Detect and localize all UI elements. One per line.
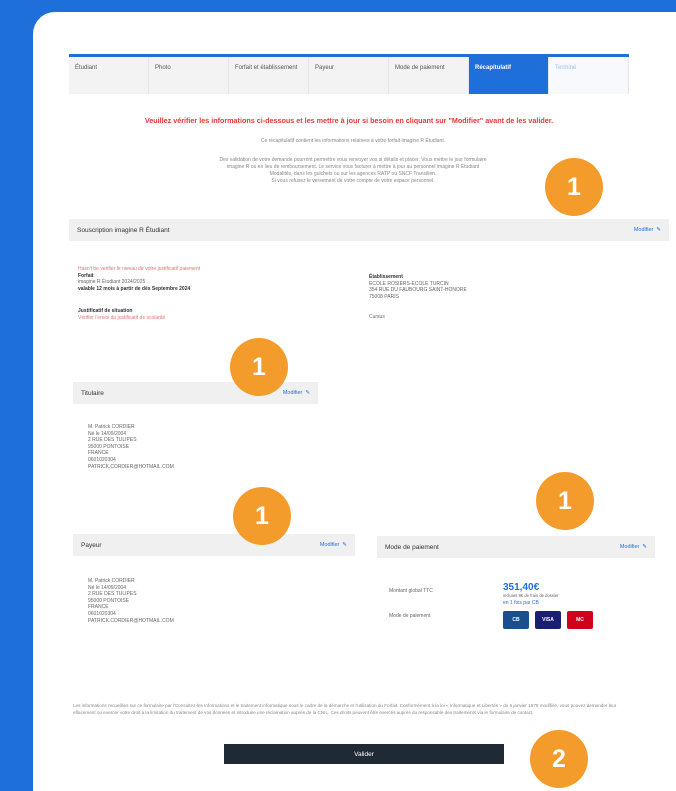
titulaire-details: M. Patrick CORDIER Né le 14/09/2004 2 RU… bbox=[88, 424, 308, 470]
etablissement-line: 354 RUE DU FAUBOURG SAINT-HONORE bbox=[369, 287, 467, 294]
step-photo[interactable]: Photo bbox=[149, 57, 229, 94]
card-logos: CB VISA MC bbox=[503, 611, 643, 630]
annotation-badge-1: 1 bbox=[545, 158, 603, 216]
subscription-title: Souscription imagine R Étudiant bbox=[77, 226, 170, 234]
payeur-line: 0601020304 bbox=[88, 610, 116, 617]
pencil-icon: ✎ bbox=[656, 227, 661, 233]
mastercard-icon: MC bbox=[567, 611, 593, 630]
etablissement-line: ECOLE ROSIERS-ECOLE TURCIN bbox=[369, 280, 449, 287]
montant-value: 351,40€ bbox=[503, 582, 540, 593]
pencil-icon: ✎ bbox=[305, 390, 310, 396]
montant-note: incluant 8€ de frais de dossier bbox=[503, 593, 559, 598]
modify-label: Modifier bbox=[282, 390, 303, 396]
mode-label: Mode de paiement bbox=[389, 612, 431, 619]
forfait-validity: valable 12 mois à partir de dès Septembr… bbox=[78, 285, 191, 292]
titulaire-line: M. Patrick CORDIER bbox=[88, 424, 135, 430]
subscription-header: Souscription imagine R Étudiant Modifier… bbox=[69, 219, 669, 241]
payeur-modify-button[interactable]: Modifier ✎ bbox=[320, 542, 347, 548]
step-mode-paiement[interactable]: Mode de paiement bbox=[389, 57, 469, 94]
mode-paiement-modify-button[interactable]: Modifier ✎ bbox=[620, 544, 647, 550]
justificatif-label: Justificatif de situation bbox=[78, 308, 133, 315]
titulaire-line: 2 RUE DES TULIPES bbox=[88, 437, 137, 444]
legal-notice: Les informations recueillies sur ce form… bbox=[73, 703, 617, 715]
step-forfait[interactable]: Forfait et établissement bbox=[229, 57, 309, 94]
annotation-badge-1: 1 bbox=[230, 338, 288, 396]
payeur-line: 2 RUE DES TULIPES bbox=[88, 591, 137, 598]
cursus-label: Cursus bbox=[369, 314, 385, 321]
subscription-details: Hasn't be verifier le niveau de votre ju… bbox=[78, 266, 358, 322]
subscription-note: Hasn't be verifier le niveau de votre ju… bbox=[78, 266, 201, 272]
titulaire-line: PATRICK.CORDIER@HOTMAIL.COM bbox=[88, 463, 174, 470]
mode-paiement-values: 351,40€ incluant 8€ de frais de dossier … bbox=[503, 582, 643, 630]
mode-paiement-header: Mode de paiement Modifier ✎ bbox=[377, 536, 655, 558]
modify-label: Modifier bbox=[319, 542, 340, 548]
verification-warning: Veuillez vérifier les informations ci-de… bbox=[144, 116, 554, 125]
payeur-header: Payeur Modifier ✎ bbox=[73, 534, 355, 556]
montant-label: Montant global TTC bbox=[389, 588, 433, 594]
modify-label: Modifier bbox=[633, 227, 654, 233]
intro-line: Si vous refusez le versement de votre co… bbox=[271, 178, 435, 184]
etablissement-line: 75008 PARIS bbox=[369, 293, 399, 300]
titulaire-line: 95000 PONTOISE bbox=[88, 443, 130, 450]
validate-button[interactable]: Valider bbox=[224, 744, 504, 764]
annotation-badge-2: 2 bbox=[530, 730, 588, 788]
payeur-line: PATRICK.CORDIER@HOTMAIL.COM bbox=[88, 617, 174, 624]
justificatif-value[interactable]: Vérifier l'envoi du justificatif de scol… bbox=[78, 315, 358, 322]
pencil-icon: ✎ bbox=[642, 544, 647, 550]
step-payeur[interactable]: Payeur bbox=[309, 57, 389, 94]
intro-line: Modalités, dans les guichets ou sur les … bbox=[269, 171, 437, 177]
pencil-icon: ✎ bbox=[342, 542, 347, 548]
subscription-modify-button[interactable]: Modifier ✎ bbox=[634, 227, 661, 233]
annotation-badge-1: 1 bbox=[233, 487, 291, 545]
main-card: Étudiant Photo Forfait et établissement … bbox=[33, 12, 676, 791]
forfait-value: imagine R Étudiant 2024/2025 bbox=[78, 279, 146, 286]
intro-paragraph: Des validation de votre demande pourront… bbox=[103, 157, 603, 185]
titulaire-line: 0601020304 bbox=[88, 456, 116, 463]
titulaire-line: FRANCE bbox=[88, 450, 109, 457]
annotation-badge-1: 1 bbox=[536, 472, 594, 530]
titulaire-modify-button[interactable]: Modifier ✎ bbox=[283, 390, 310, 396]
payeur-line: FRANCE bbox=[88, 604, 109, 611]
step-recapitulatif: Récapitulatif bbox=[469, 57, 549, 94]
mode-paiement-labels: Montant global TTC Mode de paiement bbox=[389, 588, 499, 619]
progress-stepper: Étudiant Photo Forfait et établissement … bbox=[69, 54, 629, 94]
payeur-title: Payeur bbox=[81, 541, 102, 549]
payeur-details: M. Patrick CORDIER Né le 14/09/2004 2 RU… bbox=[88, 578, 308, 624]
etablissement-details: Établissement ECOLE ROSIERS-ECOLE TURCIN… bbox=[369, 274, 569, 321]
payeur-line: Né le 14/09/2004 bbox=[88, 584, 127, 591]
step-etudiant[interactable]: Étudiant bbox=[69, 57, 149, 94]
mode-paiement-title: Mode de paiement bbox=[385, 543, 439, 551]
intro-line: imagine R ou en lieu de remboursement. L… bbox=[226, 164, 480, 170]
titulaire-title: Titulaire bbox=[81, 389, 104, 397]
cb-card-icon: CB bbox=[503, 611, 529, 630]
intro-line: Des validation de votre demande pourront… bbox=[219, 157, 487, 163]
payeur-line: 95000 PONTOISE bbox=[88, 597, 130, 604]
visa-card-icon: VISA bbox=[535, 611, 561, 630]
mode-value: en 1 fois par CB bbox=[503, 599, 539, 606]
step-termine: Terminé bbox=[549, 57, 629, 94]
intro-line-1: Ce récapitulatif contient les informatio… bbox=[260, 138, 446, 144]
titulaire-line: Né le 14/09/2004 bbox=[88, 430, 127, 437]
payeur-line: M. Patrick CORDIER bbox=[88, 578, 135, 584]
etablissement-label: Établissement bbox=[369, 274, 403, 280]
modify-label: Modifier bbox=[619, 544, 640, 550]
